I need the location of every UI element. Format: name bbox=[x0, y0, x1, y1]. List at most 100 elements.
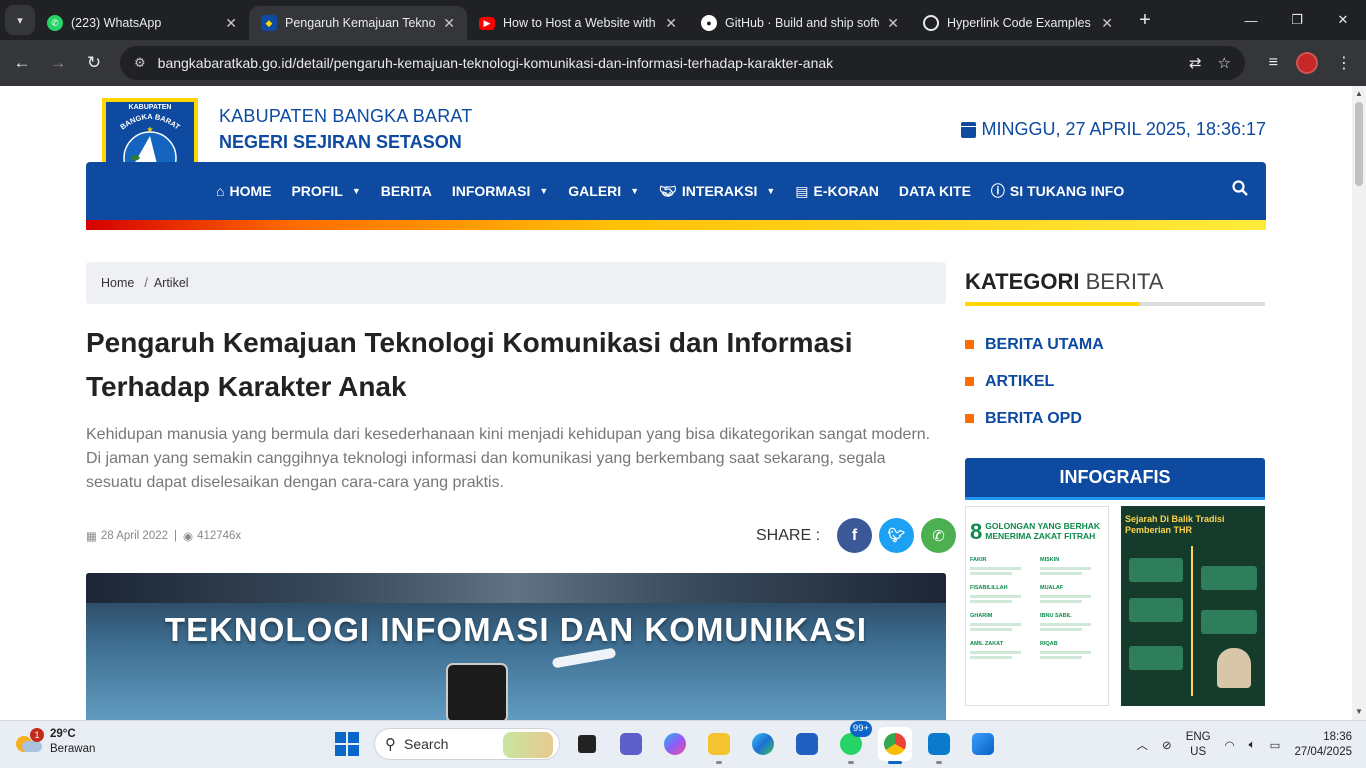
article-hero-image: TEKNOLOGI INFOMASI DAN KOMUNIKASI bbox=[86, 573, 946, 720]
home-icon: ⌂ bbox=[216, 183, 225, 199]
restore-icon[interactable]: ❐ bbox=[1274, 0, 1320, 40]
forward-button[interactable]: → bbox=[40, 45, 76, 81]
newspaper-icon: ▤ bbox=[795, 182, 809, 199]
network-off-icon[interactable]: ⊘ bbox=[1162, 738, 1172, 752]
infografis-item: MUALAF bbox=[1040, 585, 1104, 603]
task-view-button[interactable] bbox=[570, 727, 604, 761]
site-info-icon[interactable]: ⚙ bbox=[134, 55, 146, 71]
teams-app[interactable] bbox=[614, 727, 648, 761]
tab-search-button[interactable]: ▾ bbox=[5, 5, 35, 35]
scroll-down-icon[interactable]: ▼ bbox=[1355, 708, 1363, 716]
category-item[interactable]: BERITA OPD bbox=[965, 400, 1104, 437]
address-bar[interactable]: ⚙ bangkabaratkab.go.id/detail/pengaruh-k… bbox=[120, 46, 1245, 80]
nav-item-label: HOME bbox=[229, 183, 272, 199]
nav-item-home[interactable]: ⌂ HOME bbox=[216, 183, 271, 199]
bookmark-star-icon[interactable]: ☆ bbox=[1218, 54, 1231, 72]
twitter-share-button[interactable]: 🐦︎ bbox=[879, 518, 915, 553]
scroll-thumb[interactable] bbox=[1355, 102, 1363, 186]
calendar-icon: ▦ bbox=[86, 531, 97, 543]
facebook-share-button[interactable]: f bbox=[837, 518, 873, 553]
close-icon[interactable]: ✕ bbox=[887, 15, 899, 32]
navbar-color-stripe bbox=[86, 220, 1266, 230]
infografis-item-label: GHARIM bbox=[970, 613, 993, 619]
media-control-icon[interactable]: ≡ bbox=[1269, 54, 1278, 72]
menu-kebab-icon[interactable]: ⋮ bbox=[1336, 53, 1352, 73]
photos-app[interactable] bbox=[966, 727, 1000, 761]
eye-icon: ◉ bbox=[183, 531, 194, 543]
category-label[interactable]: BERITA OPD bbox=[985, 410, 1082, 428]
breadcrumb-home-link[interactable]: Home bbox=[101, 276, 134, 290]
new-tab-button[interactable]: + bbox=[1131, 9, 1159, 32]
weather-desc: Berawan bbox=[50, 743, 96, 755]
nav-item-data-kite[interactable]: DATA KITE bbox=[899, 183, 971, 199]
category-item[interactable]: BERITA UTAMA bbox=[965, 326, 1104, 363]
volume-icon[interactable]: 🔈︎ bbox=[1249, 739, 1256, 752]
language-indicator[interactable]: ENG US bbox=[1186, 730, 1211, 760]
globe-icon bbox=[923, 15, 939, 31]
copilot-app[interactable] bbox=[658, 727, 692, 761]
nav-item-informasi[interactable]: INFORMASI ▼ bbox=[452, 183, 548, 199]
system-tray: ︿ ⊘ ENG US ◠ 🔈︎ ▭ 18:36 27/04/2025 bbox=[1137, 721, 1352, 769]
task-view-icon bbox=[578, 735, 596, 753]
back-button[interactable]: ← bbox=[4, 45, 40, 81]
hero-title-text: TEKNOLOGI INFOMASI DAN KOMUNIKASI bbox=[164, 611, 868, 648]
store-app[interactable] bbox=[790, 727, 824, 761]
scroll-up-icon[interactable]: ▲ bbox=[1355, 90, 1363, 98]
url-text[interactable]: bangkabaratkab.go.id/detail/pengaruh-kem… bbox=[158, 55, 1189, 71]
translate-icon[interactable]: ⇄ bbox=[1189, 54, 1202, 72]
nav-item-label: SI TUKANG INFO bbox=[1009, 183, 1125, 199]
close-icon[interactable]: ✕ bbox=[225, 15, 237, 32]
infografis-item: RIQAB bbox=[1040, 641, 1104, 659]
start-button[interactable] bbox=[330, 727, 364, 761]
nav-item-berita[interactable]: BERITA bbox=[381, 183, 432, 199]
weather-widget[interactable]: 1 29°C Berawan bbox=[16, 727, 95, 757]
minimize-icon[interactable]: — bbox=[1228, 0, 1274, 40]
close-icon[interactable]: ✕ bbox=[1101, 15, 1113, 32]
search-icon[interactable] bbox=[1232, 180, 1248, 196]
nav-item-profil[interactable]: PROFIL ▼ bbox=[291, 183, 360, 199]
nav-item-e-koran[interactable]: ▤ E-KORAN bbox=[795, 183, 879, 200]
nav-item-si-tukang-info[interactable]: ⓘ SI TUKANG INFO bbox=[991, 181, 1124, 201]
whatsapp-share-button[interactable]: ✆ bbox=[921, 518, 957, 553]
browser-toolbar: ← → ↻ ⚙ bangkabaratkab.go.id/detail/peng… bbox=[0, 40, 1366, 86]
taskbar-search[interactable]: ⚲ Search bbox=[374, 728, 560, 760]
tab-title: (223) WhatsApp bbox=[71, 16, 162, 30]
reload-button[interactable]: ↻ bbox=[76, 45, 112, 81]
vscode-app[interactable] bbox=[922, 727, 956, 764]
profile-avatar[interactable] bbox=[1296, 52, 1318, 74]
bullet-icon bbox=[965, 340, 974, 349]
tab-hyperlink[interactable]: Hyperlink Code Examples ✕ bbox=[911, 6, 1125, 40]
close-icon[interactable]: ✕ bbox=[443, 15, 455, 32]
battery-icon[interactable]: ▭ bbox=[1270, 738, 1281, 752]
wifi-icon[interactable]: ◠ bbox=[1225, 738, 1235, 752]
chrome-app[interactable] bbox=[878, 727, 912, 764]
browser-tab-strip: ▾ ✆ (223) WhatsApp ✕ ◆ Pengaruh Kemajuan… bbox=[0, 0, 1366, 40]
whatsapp-icon: ✆ bbox=[47, 15, 63, 31]
category-label[interactable]: ARTIKEL bbox=[985, 373, 1054, 391]
nav-item-galeri[interactable]: GALERI ▼ bbox=[568, 183, 639, 199]
info-icon: ⓘ bbox=[990, 183, 1005, 199]
tab-youtube[interactable]: ▶ How to Host a Website with ✕ bbox=[467, 6, 689, 40]
close-icon[interactable]: ✕ bbox=[665, 15, 677, 32]
page-scrollbar[interactable]: ▲ ▼ bbox=[1352, 86, 1366, 720]
tab-whatsapp[interactable]: ✆ (223) WhatsApp ✕ bbox=[35, 6, 249, 40]
infografis-zakat[interactable]: 8 GOLONGAN YANG BERHAK MENERIMA ZAKAT FI… bbox=[965, 506, 1109, 706]
category-item[interactable]: ARTIKEL bbox=[965, 363, 1104, 400]
kategori-thin: BERITA bbox=[1085, 269, 1164, 294]
whatsapp-app[interactable]: 99+ bbox=[834, 721, 872, 764]
nav-item-interaksi[interactable]: 🤝︎ INTERAKSI ▼ bbox=[659, 183, 775, 200]
tab-title: Hyperlink Code Examples bbox=[947, 16, 1091, 30]
edge-app[interactable] bbox=[746, 727, 780, 761]
infografis-item: FISABILILLAH bbox=[970, 585, 1034, 603]
tab-active-article[interactable]: ◆ Pengaruh Kemajuan Teknologi Komunikasi… bbox=[249, 6, 467, 40]
close-window-icon[interactable]: ✕ bbox=[1320, 0, 1366, 40]
window-controls: — ❐ ✕ bbox=[1228, 0, 1366, 40]
whatsapp-icon: ✆ bbox=[932, 527, 945, 545]
taskbar-clock[interactable]: 18:36 27/04/2025 bbox=[1294, 730, 1352, 760]
category-label[interactable]: BERITA UTAMA bbox=[985, 336, 1104, 354]
breadcrumb-current: Artikel bbox=[153, 276, 189, 290]
tab-github[interactable]: ● GitHub · Build and ship software ✕ bbox=[689, 6, 911, 40]
show-hidden-icons-chevron[interactable]: ︿ bbox=[1137, 737, 1149, 753]
file-explorer-app[interactable] bbox=[702, 727, 736, 764]
infografis-thr[interactable]: Sejarah Di Balik Tradisi Pemberian THR bbox=[1121, 506, 1265, 706]
